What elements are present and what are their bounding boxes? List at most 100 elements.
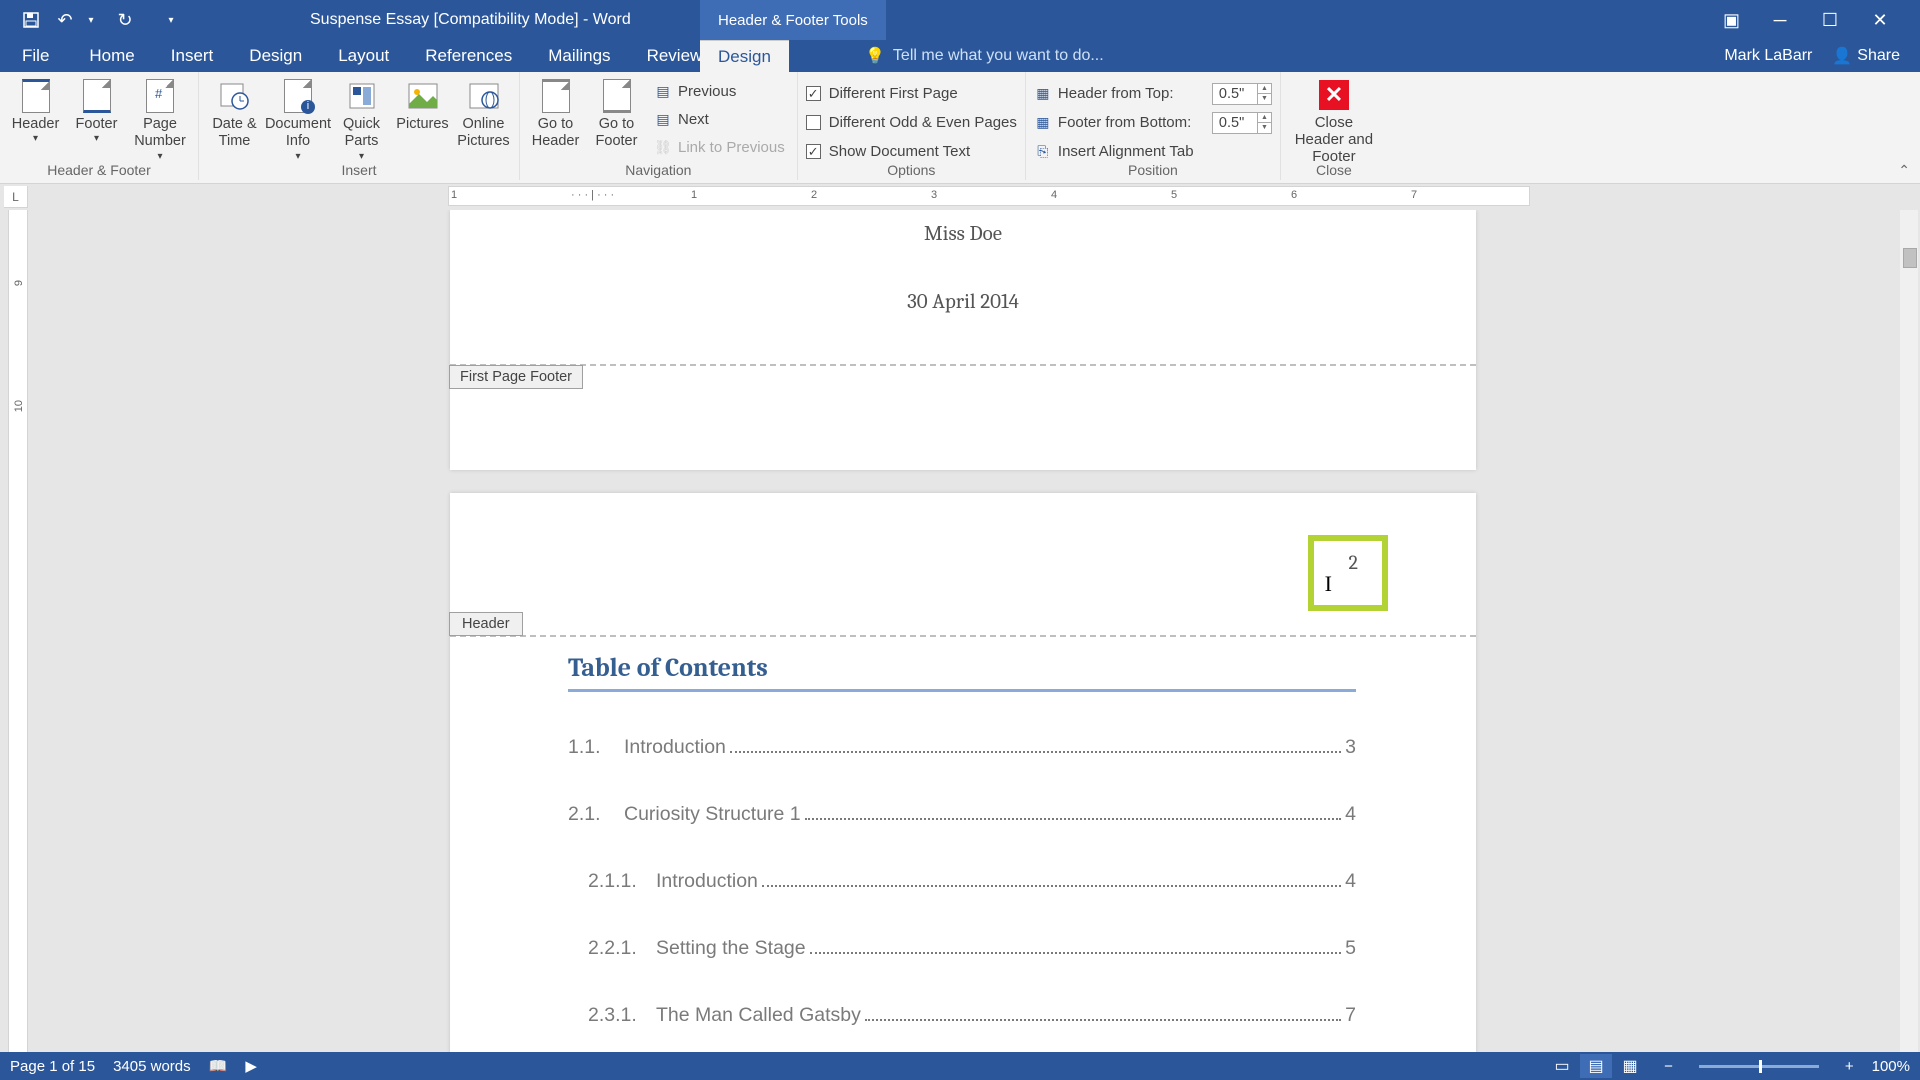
vertical-ruler[interactable]: 9 10	[8, 210, 28, 1052]
status-page[interactable]: Page 1 of 15	[10, 1058, 95, 1075]
toc-entry-text: Introduction	[624, 736, 726, 759]
tab-insert[interactable]: Insert	[153, 40, 232, 72]
diff-odd-even-checkbox[interactable]: Different Odd & Even Pages	[806, 109, 1017, 136]
print-layout-button[interactable]: ▤	[1580, 1054, 1612, 1078]
online-pictures-button[interactable]: Online Pictures	[456, 76, 511, 163]
maximize-icon[interactable]: ☐	[1820, 10, 1840, 31]
toc-entry-num: 2.2.1.	[588, 937, 656, 960]
goto-header-button[interactable]: Go to Header	[528, 76, 583, 160]
tab-references[interactable]: References	[407, 40, 530, 72]
share-button[interactable]: 👤 Share	[1832, 46, 1900, 66]
qat-customize-icon[interactable]: ▾	[160, 9, 182, 31]
tab-file[interactable]: File	[0, 40, 71, 72]
toc-entry-text: Introduction	[656, 870, 758, 893]
document-info-button[interactable]: i Document Info▾	[268, 76, 328, 163]
goto-header-icon	[538, 78, 574, 114]
footer-bottom-spinbox[interactable]: 0.5"▲▼	[1212, 112, 1272, 134]
toc-dots	[762, 885, 1341, 887]
toc-dots	[810, 952, 1342, 954]
tab-selector[interactable]: L	[4, 186, 28, 208]
header-page-number[interactable]: 2	[1349, 551, 1358, 574]
goto-footer-icon	[599, 78, 635, 114]
zoom-out-button[interactable]: −	[1664, 1058, 1673, 1075]
doc-author-line[interactable]: Miss Doe	[450, 210, 1476, 246]
toc-underline	[568, 689, 1356, 692]
toc-entry-page: 3	[1345, 736, 1356, 759]
link-previous-button[interactable]: ⛓Link to Previous	[650, 134, 789, 160]
group-label-nav: Navigation	[520, 162, 797, 178]
spinner-arrows-icon[interactable]: ▲▼	[1257, 113, 1271, 133]
close-header-footer-button[interactable]: ✕ Close Header and Footer	[1289, 76, 1379, 165]
previous-button[interactable]: ▤Previous	[650, 78, 789, 104]
collapse-ribbon-icon[interactable]: ⌃	[1898, 162, 1910, 179]
status-words[interactable]: 3405 words	[113, 1058, 191, 1075]
tab-design[interactable]: Design	[231, 40, 320, 72]
text-cursor-icon: I	[1325, 571, 1332, 597]
goto-footer-button[interactable]: Go to Footer	[589, 76, 644, 160]
minimize-icon[interactable]: ─	[1770, 10, 1790, 31]
account-name[interactable]: Mark LaBarr	[1724, 47, 1812, 65]
horizontal-ruler[interactable]: 1 · · · | · · · 1 2 3 4 5 6 7	[448, 186, 1530, 206]
header-top-label: Header from Top:	[1058, 85, 1206, 102]
read-mode-button[interactable]: ▭	[1546, 1054, 1578, 1078]
document-title: Suspense Essay [Compatibility Mode] - Wo…	[310, 11, 631, 29]
scrollbar-thumb[interactable]	[1903, 248, 1917, 268]
header-tag: Header	[449, 612, 523, 636]
close-x-icon: ✕	[1319, 80, 1349, 110]
toc-entry[interactable]: 2.1.1.Introduction4	[450, 870, 1476, 893]
vertical-scrollbar[interactable]	[1900, 210, 1918, 1052]
date-time-button[interactable]: Date & Time	[207, 76, 262, 163]
checkbox-checked-icon: ✓	[806, 144, 821, 159]
quick-parts-button[interactable]: Quick Parts▾	[334, 76, 389, 163]
lightbulb-icon: 💡	[865, 46, 885, 66]
header-top-icon: ▦	[1034, 86, 1052, 102]
footer-button[interactable]: Footer▾	[69, 76, 124, 163]
toc-entry[interactable]: 2.2.1.Setting the Stage5	[450, 937, 1476, 960]
doc-date-line[interactable]: 30 April 2014	[450, 246, 1476, 314]
next-icon: ▤	[654, 111, 672, 127]
tab-home[interactable]: Home	[71, 40, 152, 72]
share-icon: 👤	[1832, 46, 1852, 66]
next-button[interactable]: ▤Next	[650, 106, 789, 132]
page-number-icon: #	[142, 78, 178, 114]
spinner-arrows-icon[interactable]: ▲▼	[1257, 84, 1271, 104]
macro-icon[interactable]: ▶	[245, 1057, 257, 1075]
toc-entry-num: 2.1.1.	[588, 870, 656, 893]
header-top-spinbox[interactable]: 0.5"▲▼	[1212, 83, 1272, 105]
save-icon[interactable]	[20, 9, 42, 31]
diff-first-page-checkbox[interactable]: ✓Different First Page	[806, 80, 1017, 107]
toc-entry[interactable]: 1.1.Introduction 3	[450, 736, 1476, 759]
group-label-position: Position	[1026, 162, 1280, 178]
zoom-in-button[interactable]: +	[1845, 1058, 1854, 1075]
insert-alignment-tab-button[interactable]: ⎘ Insert Alignment Tab	[1034, 138, 1272, 165]
redo-icon[interactable]: ↻	[114, 9, 136, 31]
toc-entry[interactable]: 2.1.Curiosity Structure 14	[450, 803, 1476, 826]
pictures-button[interactable]: Pictures	[395, 76, 450, 163]
tell-me-search[interactable]: 💡 Tell me what you want to do...	[845, 40, 1104, 72]
toc-entry-num: 1.1.	[568, 736, 624, 759]
date-time-icon	[217, 78, 253, 114]
group-label-hf: Header & Footer	[0, 162, 198, 178]
header-button[interactable]: Header▾	[8, 76, 63, 163]
toc-dots	[805, 818, 1341, 820]
tab-hf-design[interactable]: Design	[700, 40, 789, 72]
share-label: Share	[1857, 47, 1900, 65]
zoom-slider[interactable]	[1699, 1065, 1819, 1068]
tab-layout[interactable]: Layout	[320, 40, 407, 72]
undo-icon[interactable]: ↶	[54, 9, 76, 31]
tab-mailings[interactable]: Mailings	[530, 40, 628, 72]
zoom-level[interactable]: 100%	[1872, 1058, 1910, 1075]
close-icon[interactable]: ✕	[1870, 10, 1890, 31]
spell-check-icon[interactable]: 📖	[209, 1057, 228, 1075]
web-layout-button[interactable]: ▦	[1614, 1054, 1646, 1078]
toc-dots	[730, 751, 1341, 753]
toc-entry[interactable]: 2.3.1.The Man Called Gatsby7	[450, 1004, 1476, 1027]
show-doc-text-checkbox[interactable]: ✓Show Document Text	[806, 138, 1017, 165]
toc-entry-page: 5	[1345, 937, 1356, 960]
page-number-button[interactable]: # Page Number▾	[130, 76, 190, 163]
undo-dropdown-icon[interactable]: ▾	[80, 9, 102, 31]
toc-entry-page: 4	[1345, 803, 1356, 826]
display-options-icon[interactable]: ▣	[1723, 10, 1740, 31]
group-label-close: Close	[1281, 162, 1387, 178]
pictures-icon	[405, 78, 441, 114]
